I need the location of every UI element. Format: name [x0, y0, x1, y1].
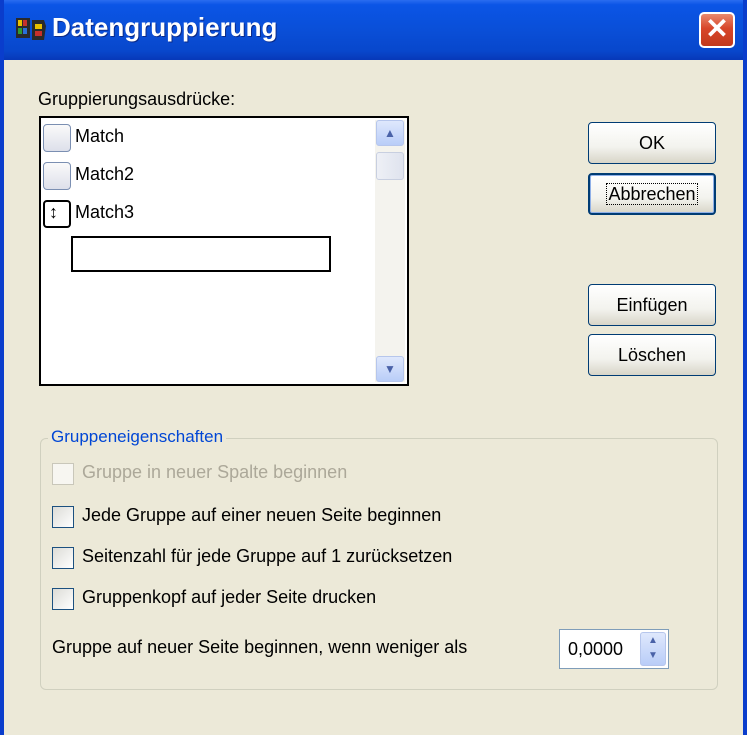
new-page-checkbox[interactable] — [52, 506, 74, 528]
scroll-up-button[interactable]: ▲ — [376, 120, 404, 146]
new-column-label: Gruppe in neuer Spalte beginnen — [82, 462, 348, 482]
threshold-label: Gruppe auf neuer Seite beginnen, wenn we… — [52, 637, 468, 657]
insert-button[interactable]: Einfügen — [588, 284, 716, 326]
chevron-up-icon: ▲ — [384, 126, 396, 140]
delete-button-label: Löschen — [617, 345, 687, 365]
row-selector[interactable] — [43, 124, 71, 152]
spinner-down-icon[interactable]: ▼ — [641, 648, 665, 663]
scroll-down-button[interactable]: ▼ — [376, 356, 404, 382]
ok-button[interactable]: OK — [588, 122, 716, 164]
print-header-checkbox[interactable] — [52, 588, 74, 610]
expressions-list[interactable]: Match Match2 ↕ Match3 ▲ ▼ — [39, 116, 409, 386]
chevron-down-icon: ▼ — [384, 362, 396, 376]
threshold-spinner[interactable]: 0,0000 ▲ ▼ — [559, 629, 669, 669]
scroll-thumb[interactable] — [376, 152, 404, 180]
reset-page-number-checkbox[interactable] — [52, 547, 74, 569]
spinner-up-icon[interactable]: ▲ — [641, 633, 665, 648]
ok-button-label: OK — [638, 133, 665, 153]
new-expression-input[interactable] — [71, 236, 331, 272]
vertical-scrollbar[interactable]: ▲ ▼ — [375, 120, 405, 382]
new-column-checkbox[interactable] — [52, 463, 74, 485]
spinner-buttons[interactable]: ▲ ▼ — [640, 632, 666, 666]
group-properties-title: Gruppeneigenschaften — [48, 427, 227, 447]
new-page-label: Jede Gruppe auf einer neuen Seite beginn… — [82, 505, 442, 525]
print-header-label: Gruppenkopf auf jeder Seite drucken — [82, 587, 377, 607]
reset-page-number-label: Seitenzahl für jede Gruppe auf 1 zurücks… — [82, 546, 453, 566]
list-item-label: Match3 — [75, 202, 135, 222]
title-bar[interactable]: Datengruppierung ✕ — [4, 0, 743, 60]
close-icon: ✕ — [705, 13, 729, 44]
cancel-button-label: Abbrechen — [606, 183, 698, 205]
row-selector[interactable] — [43, 162, 71, 190]
window-title: Datengruppierung — [52, 12, 278, 42]
close-button[interactable]: ✕ — [699, 12, 735, 48]
cancel-button[interactable]: Abbrechen — [588, 173, 716, 215]
expressions-label: Gruppierungsausdrücke: — [38, 89, 236, 109]
move-updown-icon: ↕ — [49, 202, 58, 222]
list-item-label: Match — [75, 126, 125, 146]
report-app-icon — [16, 18, 46, 40]
dialog-window: Datengruppierung ✕ Gruppierungsausdrücke… — [0, 0, 747, 735]
delete-button[interactable]: Löschen — [588, 334, 716, 376]
insert-button-label: Einfügen — [616, 295, 688, 315]
row-selector[interactable]: ↕ — [43, 200, 71, 228]
list-item-label: Match2 — [75, 164, 135, 184]
threshold-value: 0,0000 — [568, 639, 624, 659]
